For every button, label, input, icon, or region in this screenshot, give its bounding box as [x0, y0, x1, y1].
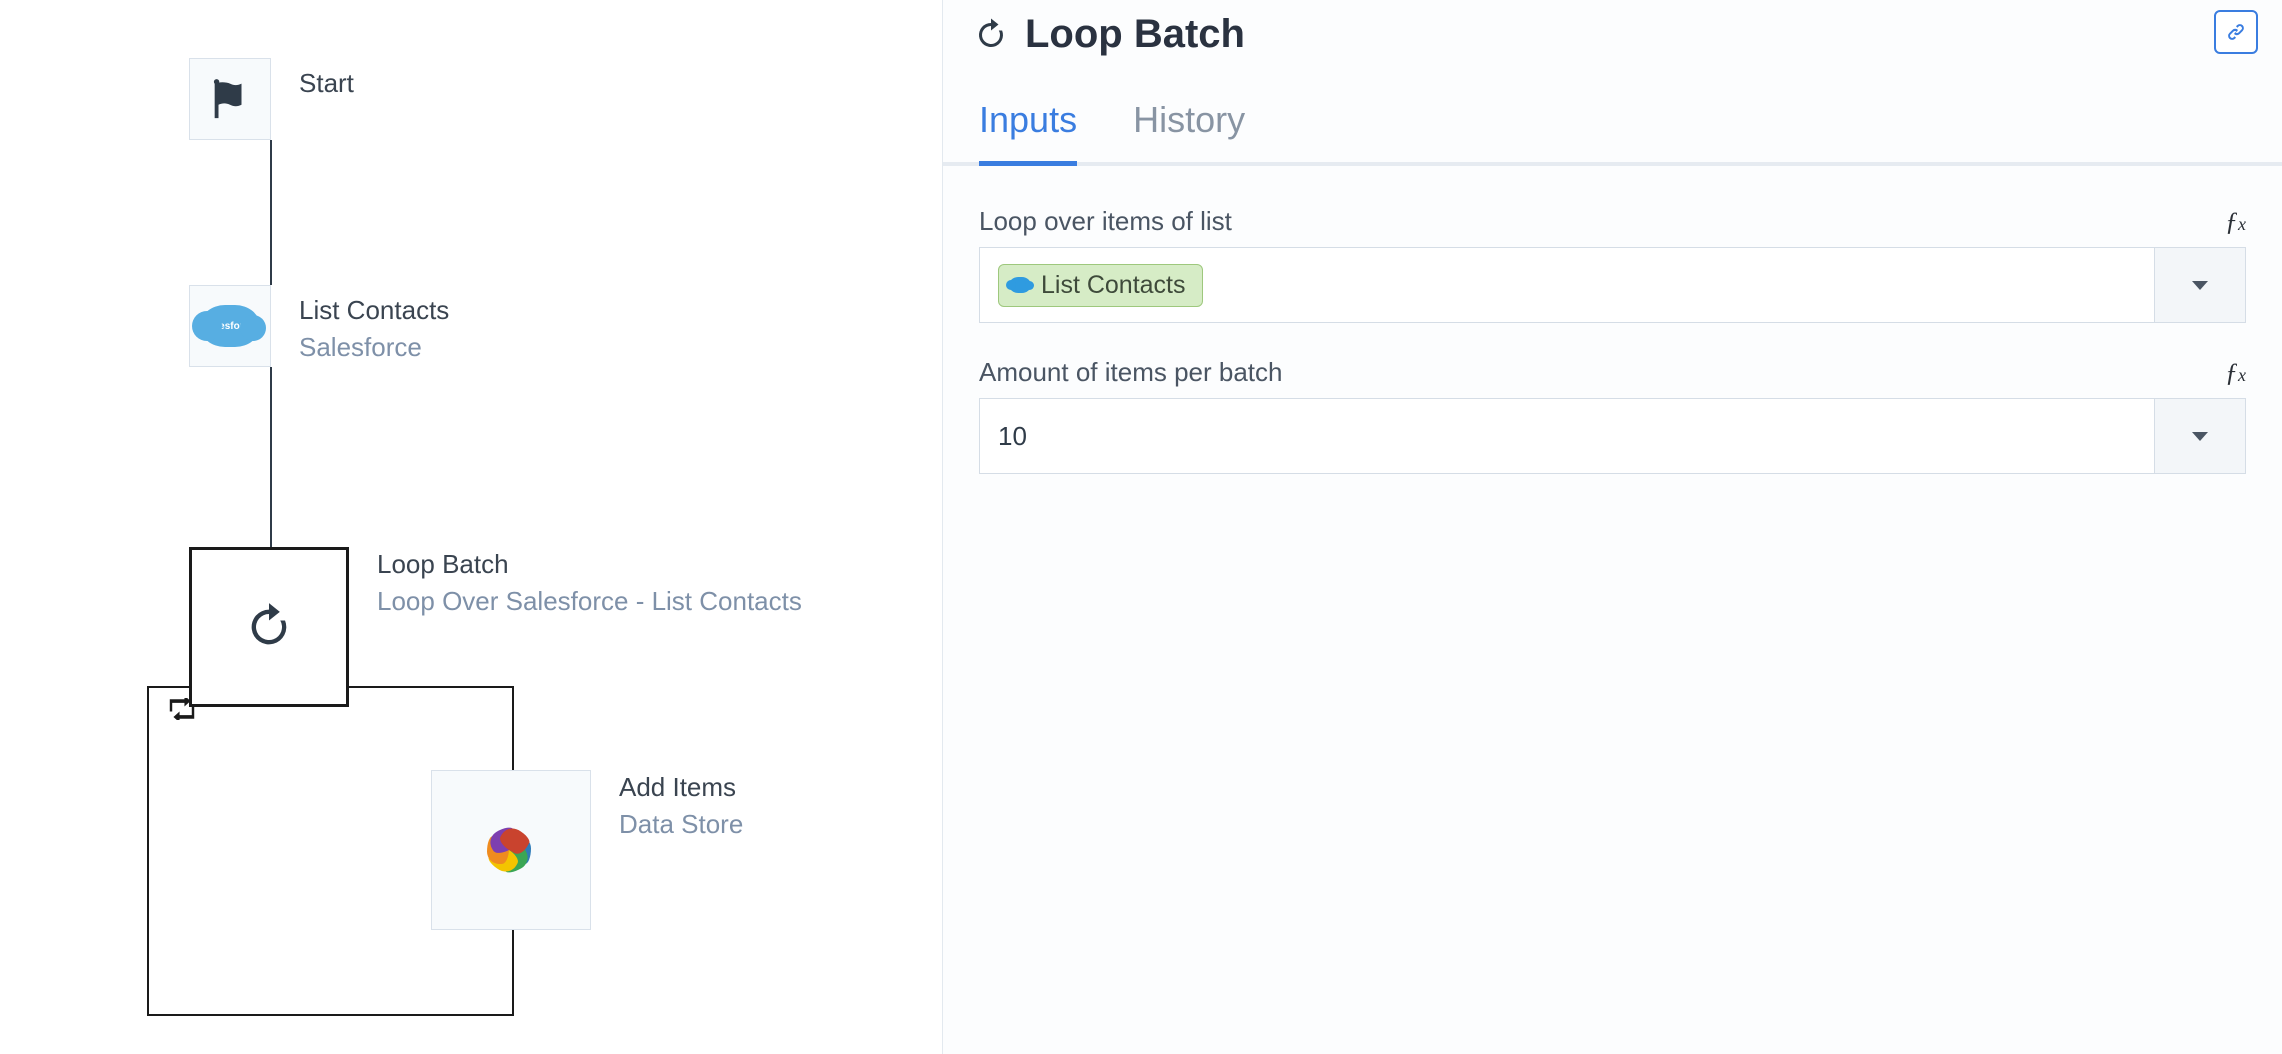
node-add-items-title: Add Items [619, 772, 743, 803]
pinwheel-icon [483, 822, 539, 878]
tab-inputs[interactable]: Inputs [979, 99, 1077, 166]
salesforce-icon: salesforce [200, 305, 260, 347]
batch-size-input[interactable]: 10 [979, 398, 2154, 474]
chevron-down-icon [2192, 432, 2208, 441]
loop-list-chip[interactable]: List Contacts [998, 264, 1203, 307]
link-icon [2224, 20, 2248, 44]
node-add-items[interactable]: Add Items Data Store [431, 770, 743, 930]
fx-button-loop-list[interactable]: ƒx [2225, 207, 2246, 237]
node-list-contacts-title: List Contacts [299, 295, 449, 326]
flag-icon [207, 76, 253, 122]
loop-list-chip-text: List Contacts [1041, 271, 1186, 300]
details-panel: Loop Batch Inputs History Loop over item… [942, 0, 2282, 1054]
fx-button-batch-size[interactable]: ƒx [2225, 358, 2246, 388]
node-loop-batch-title: Loop Batch [377, 549, 802, 580]
node-list-contacts-box[interactable]: salesforce [189, 285, 271, 367]
node-loop-batch-box[interactable] [189, 547, 349, 707]
node-add-items-box[interactable] [431, 770, 591, 930]
batch-size-label: Amount of items per batch [979, 357, 1282, 388]
connector [270, 140, 272, 285]
tabs: Inputs History [943, 75, 2282, 166]
node-start[interactable]: Start [189, 58, 354, 140]
batch-size-dropdown[interactable] [2154, 398, 2246, 474]
loop-icon [973, 17, 1009, 53]
node-list-contacts[interactable]: salesforce List Contacts Salesforce [189, 285, 449, 367]
node-loop-batch[interactable]: Loop Batch Loop Over Salesforce - List C… [189, 547, 802, 707]
salesforce-icon [1009, 277, 1031, 293]
loop-list-dropdown[interactable] [2154, 247, 2246, 323]
panel-header: Loop Batch [943, 12, 2282, 75]
link-button[interactable] [2214, 10, 2258, 54]
node-add-items-subtitle: Data Store [619, 809, 743, 840]
node-start-box[interactable] [189, 58, 271, 140]
node-start-title: Start [299, 68, 354, 99]
connector [270, 367, 272, 547]
panel-title: Loop Batch [1025, 12, 1245, 57]
workflow-canvas[interactable]: Start salesforce List Contacts Salesforc… [0, 0, 942, 1054]
loop-icon [243, 601, 295, 653]
loop-list-label: Loop over items of list [979, 206, 1232, 237]
node-list-contacts-subtitle: Salesforce [299, 332, 449, 363]
inputs-form: Loop over items of list ƒx List Contacts… [943, 166, 2282, 474]
loop-list-input[interactable]: List Contacts [979, 247, 2154, 323]
tab-history[interactable]: History [1133, 99, 1245, 166]
node-loop-batch-subtitle: Loop Over Salesforce - List Contacts [377, 586, 802, 617]
chevron-down-icon [2192, 281, 2208, 290]
